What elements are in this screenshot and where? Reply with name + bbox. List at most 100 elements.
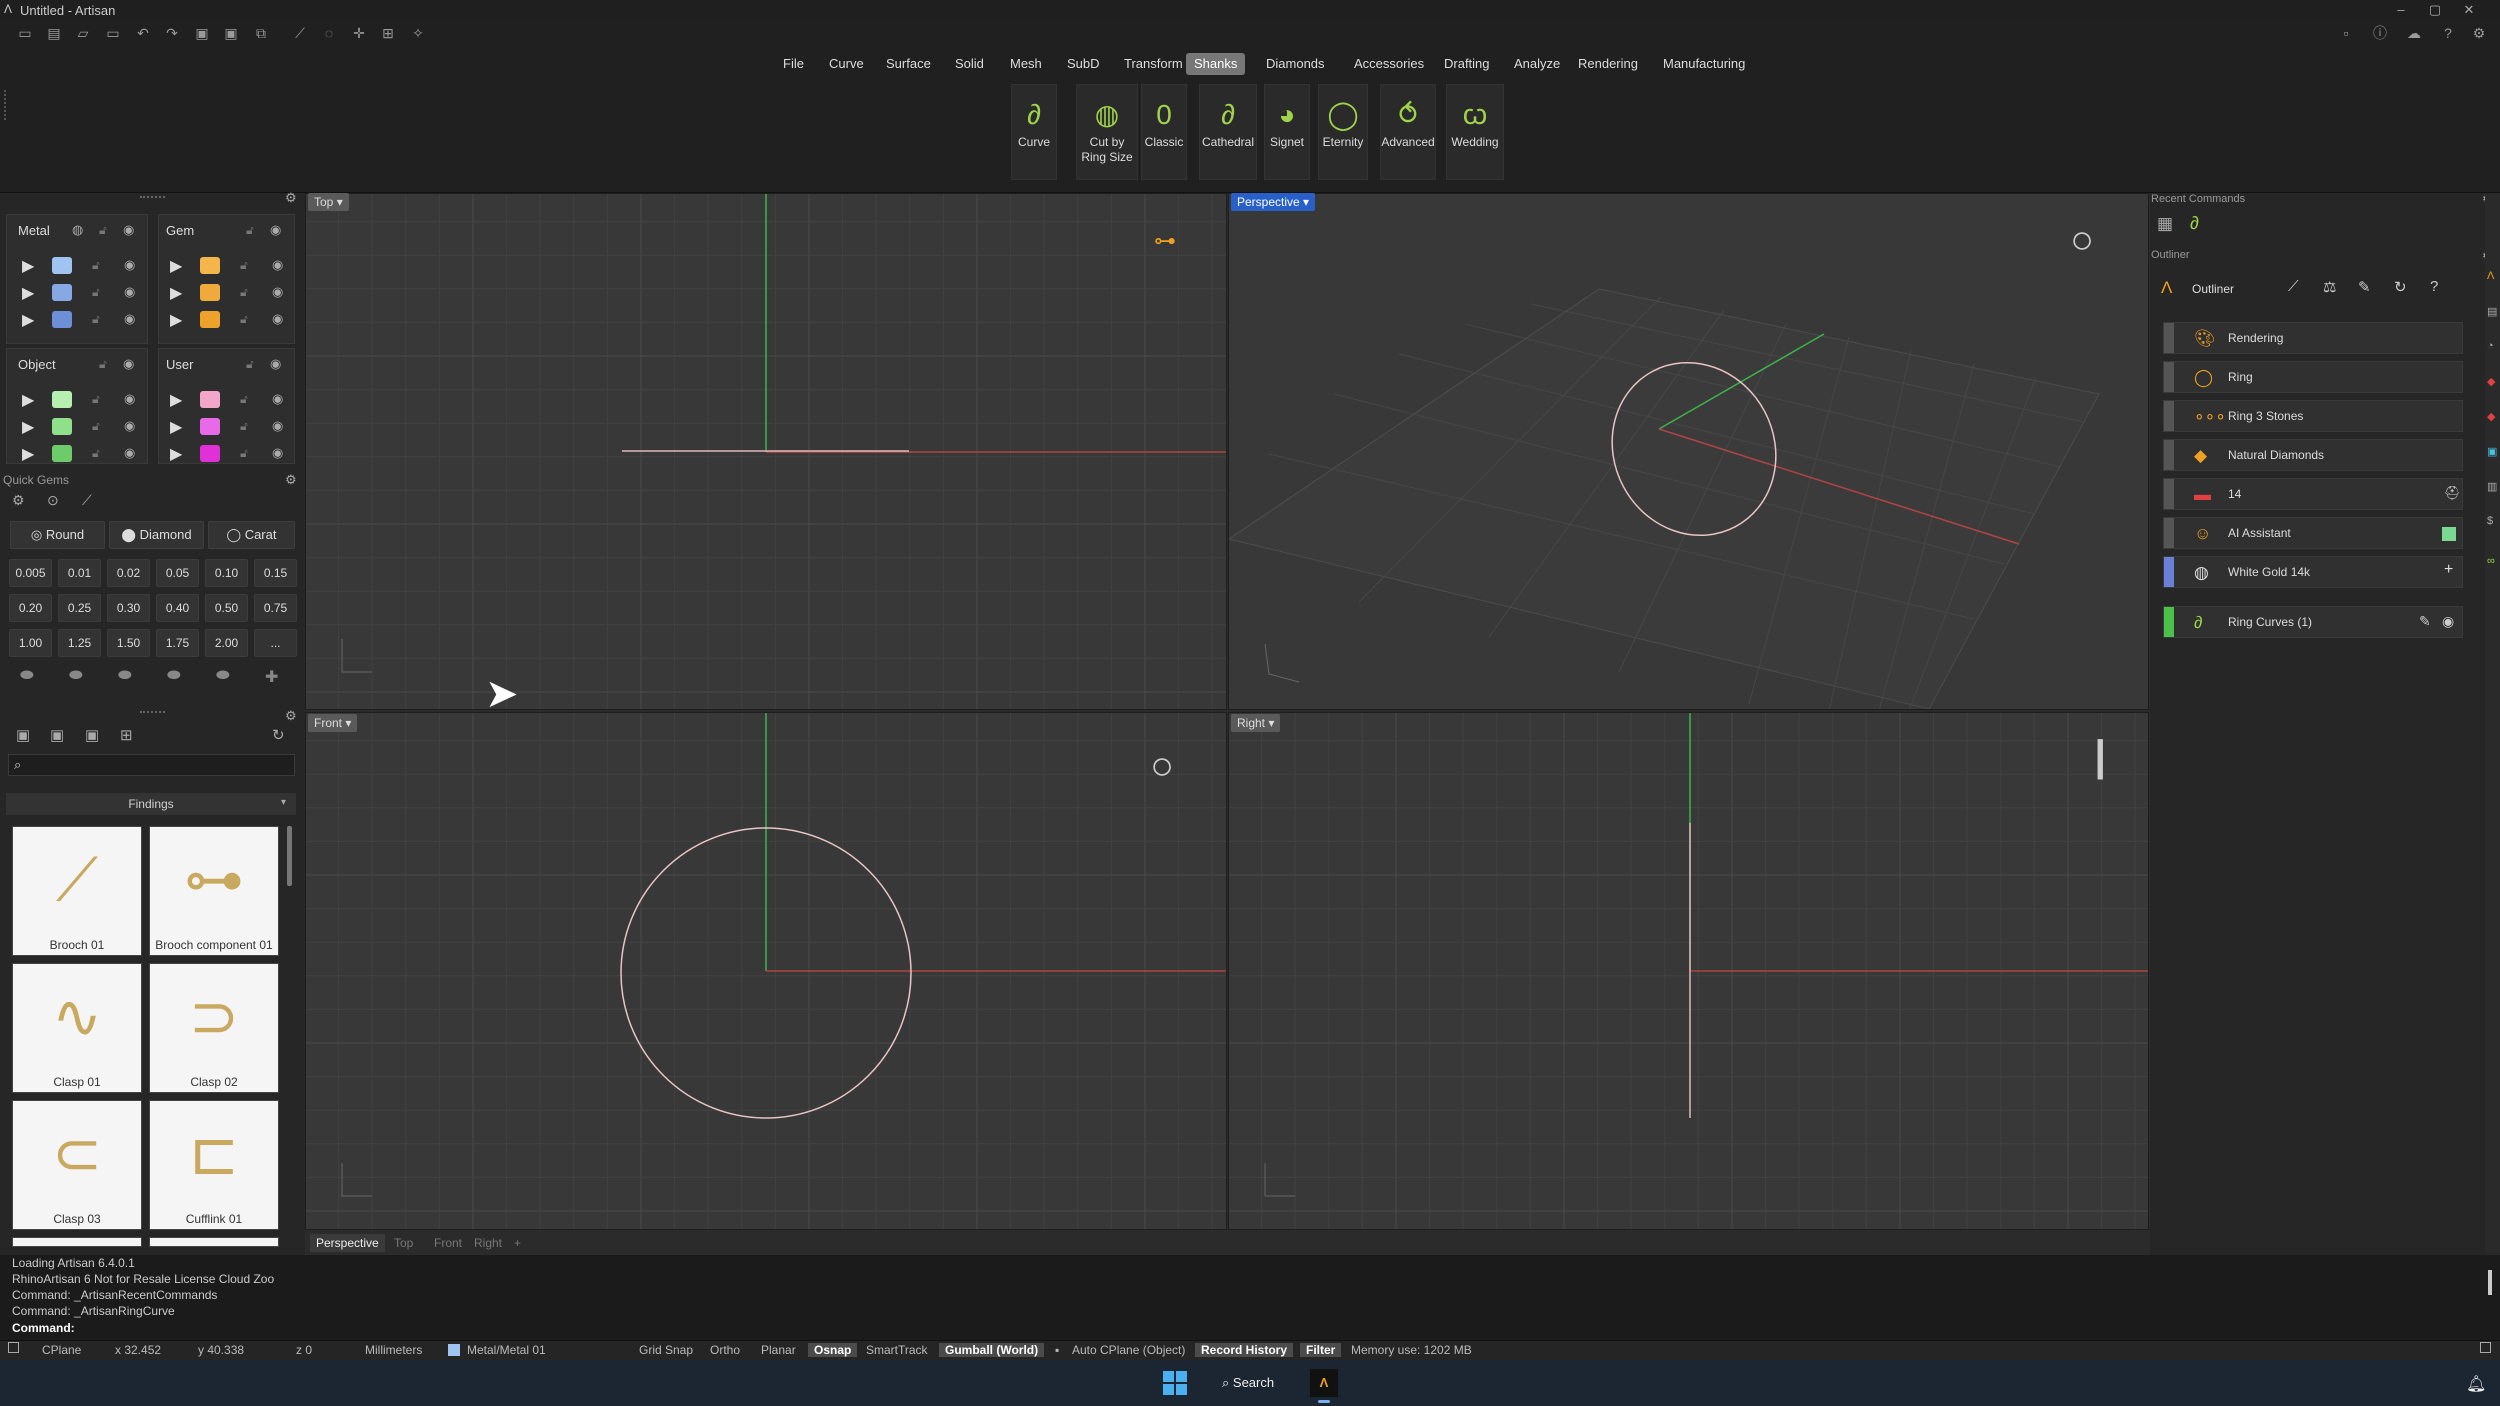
gem-unit-button[interactable]: ◯ Carat: [208, 521, 295, 549]
outliner-item-ring-3-stones[interactable]: ∘∘∘ Ring 3 Stones: [2163, 400, 2463, 432]
panel-settings-icon[interactable]: ⚙: [285, 190, 297, 206]
user-layer-color-swatch[interactable]: [200, 445, 220, 462]
lock-icon[interactable]: 🔓︎: [92, 285, 100, 300]
viewport-tab-top[interactable]: Top: [388, 1234, 419, 1252]
gem-size-button[interactable]: 1.75: [156, 629, 199, 657]
gem-cut-button[interactable]: ⬤ Diamond: [109, 521, 204, 549]
help-outliner-icon[interactable]: ?: [2430, 278, 2438, 295]
gem-size-button[interactable]: 1.50: [107, 629, 150, 657]
gem-layer-play-icon[interactable]: ▶: [170, 310, 182, 330]
perspective-viewport[interactable]: [1228, 193, 2149, 710]
export-icon[interactable]: ⧉: [252, 24, 270, 42]
gem-size-button[interactable]: ...: [254, 629, 297, 657]
quick-gems-settings-icon[interactable]: ⚙: [285, 472, 297, 488]
gem-shape-button[interactable]: ◎ Round: [10, 521, 105, 549]
menu-tab-drafting[interactable]: Drafting: [1436, 53, 1498, 75]
hardhat-icon[interactable]: ⛑︎: [2444, 485, 2461, 501]
grid-view-icon[interactable]: ⊞: [120, 726, 133, 744]
object-layer-color-swatch[interactable]: [52, 445, 72, 462]
ribbon-button-classic[interactable]: 0 Classic: [1141, 84, 1187, 180]
auto-cplane-toggle[interactable]: Auto CPlane (Object): [1072, 1343, 1185, 1357]
side-display-icon[interactable]: ▣: [2487, 445, 2497, 458]
side-properties-icon[interactable]: ◔: [2487, 340, 2494, 352]
close-icon[interactable]: ✕: [2452, 0, 2486, 20]
library-item[interactable]: [12, 1237, 142, 1247]
user-layer-play-icon[interactable]: ▶: [170, 417, 182, 437]
side-material-icon[interactable]: ◆: [2487, 375, 2495, 388]
pear-shape-icon[interactable]: ⬬: [167, 667, 181, 685]
menu-tab-rendering[interactable]: Rendering: [1570, 53, 1646, 75]
gem-tool-icon[interactable]: ⟋: [82, 492, 92, 509]
right-viewport-label[interactable]: Right ▾: [1231, 714, 1281, 732]
gem-layer-color-swatch[interactable]: [200, 311, 220, 328]
visibility-icon[interactable]: ◉: [2442, 613, 2454, 630]
eye-icon[interactable]: ◉: [272, 311, 283, 327]
gem-setting-icon[interactable]: ⊙: [47, 492, 59, 509]
eye-icon[interactable]: ◉: [124, 311, 135, 327]
eye-icon[interactable]: ◉: [272, 284, 283, 300]
add-icon[interactable]: +: [2444, 561, 2453, 579]
right-viewport[interactable]: [1228, 712, 2149, 1230]
add-folder-icon[interactable]: ▣: [50, 726, 64, 744]
object-layer-color-swatch[interactable]: [52, 391, 72, 408]
outliner-item-rendering[interactable]: 🎨︎ Rendering: [2163, 322, 2463, 354]
save-as-icon[interactable]: ▣: [222, 24, 240, 42]
command-scrollbar[interactable]: [2488, 1270, 2492, 1295]
menu-tab-shanks[interactable]: Shanks: [1186, 53, 1246, 75]
gem-size-button[interactable]: 0.75: [254, 594, 297, 622]
account-icon[interactable]: ▫: [2337, 24, 2355, 42]
gem-size-button[interactable]: 1.00: [9, 629, 52, 657]
menu-tab-diamonds[interactable]: Diamonds: [1258, 53, 1333, 75]
panel-grip[interactable]: [140, 196, 165, 198]
cloud-icon[interactable]: ☁: [2405, 24, 2423, 42]
lock-icon[interactable]: 🔓︎: [92, 312, 100, 327]
ribbon-button-signet[interactable]: ◕ Signet: [1264, 84, 1310, 180]
metal-layer-play-icon[interactable]: ▶: [22, 256, 34, 276]
library-item[interactable]: ∿ Clasp 01: [12, 963, 142, 1093]
object-layer-play-icon[interactable]: ▶: [22, 444, 34, 464]
ribbon-button-cut-by-ring-size[interactable]: ◍ Cut by Ring Size: [1076, 84, 1138, 180]
ribbon-grip[interactable]: [4, 90, 7, 120]
maximize-icon[interactable]: ▢: [2418, 0, 2452, 20]
gem-size-button[interactable]: 0.05: [156, 559, 199, 587]
right-panel-toggle-icon[interactable]: [2480, 1342, 2491, 1353]
object-lock-all-icon[interactable]: 🔓︎: [99, 357, 107, 372]
user-layer-play-icon[interactable]: ▶: [170, 390, 182, 410]
ribbon-button-eternity[interactable]: ◯ Eternity: [1318, 84, 1368, 180]
record-history-toggle[interactable]: Record History: [1195, 1343, 1294, 1357]
object-layer-color-swatch[interactable]: [52, 418, 72, 435]
command-prompt[interactable]: Command:: [12, 1321, 75, 1335]
library-item[interactable]: [149, 1237, 279, 1247]
library-category-dropdown[interactable]: Findings: [6, 793, 296, 815]
outliner-item-14[interactable]: ▬ 14 ⛑︎: [2163, 478, 2463, 510]
lock-icon[interactable]: 🔓︎: [240, 258, 248, 273]
lock-icon[interactable]: 🔓︎: [92, 258, 100, 273]
outliner-item-ai-assistant[interactable]: ☺ AI Assistant: [2163, 517, 2463, 549]
edit-icon[interactable]: ✎: [2358, 278, 2371, 296]
ribbon-button-curve[interactable]: ∂ Curve: [1011, 84, 1057, 180]
menu-tab-manufacturing[interactable]: Manufacturing: [1655, 53, 1753, 75]
gem-size-button[interactable]: 0.15: [254, 559, 297, 587]
front-viewport[interactable]: [305, 712, 1227, 1230]
metal-layer-color-swatch[interactable]: [52, 311, 72, 328]
outliner-item-white-gold-14k[interactable]: ◍ White Gold 14k +: [2163, 556, 2463, 588]
cushion-shape-icon[interactable]: ⬬: [118, 667, 132, 685]
open-folder-icon[interactable]: ▭: [104, 24, 122, 42]
lock-icon[interactable]: 🔓︎: [240, 312, 248, 327]
ring-front-preview-icon[interactable]: ○: [1150, 746, 1174, 786]
marquise-shape-icon[interactable]: ⬬: [216, 667, 230, 685]
top-viewport-label[interactable]: Top ▾: [308, 193, 349, 211]
edit-item-icon[interactable]: ✎: [2419, 613, 2431, 630]
side-layers-icon[interactable]: ▤: [2487, 305, 2497, 318]
heart-shape-icon[interactable]: ✚: [265, 667, 278, 687]
metal-layer-color-swatch[interactable]: [52, 257, 72, 274]
gem-size-button[interactable]: 0.50: [205, 594, 248, 622]
outliner-item-ring-curves[interactable]: ∂ Ring Curves (1) ✎ ◉: [2163, 606, 2463, 638]
side-currency-icon[interactable]: $: [2487, 515, 2493, 527]
gem-size-button[interactable]: 0.005: [9, 559, 52, 587]
eye-icon[interactable]: ◉: [124, 445, 135, 461]
new-template-icon[interactable]: ▤: [45, 24, 63, 42]
viewport-tab-right[interactable]: Right: [468, 1234, 508, 1252]
gem-size-button[interactable]: 0.25: [58, 594, 101, 622]
outliner-item-natural-diamonds[interactable]: ◆ Natural Diamonds: [2163, 439, 2463, 471]
